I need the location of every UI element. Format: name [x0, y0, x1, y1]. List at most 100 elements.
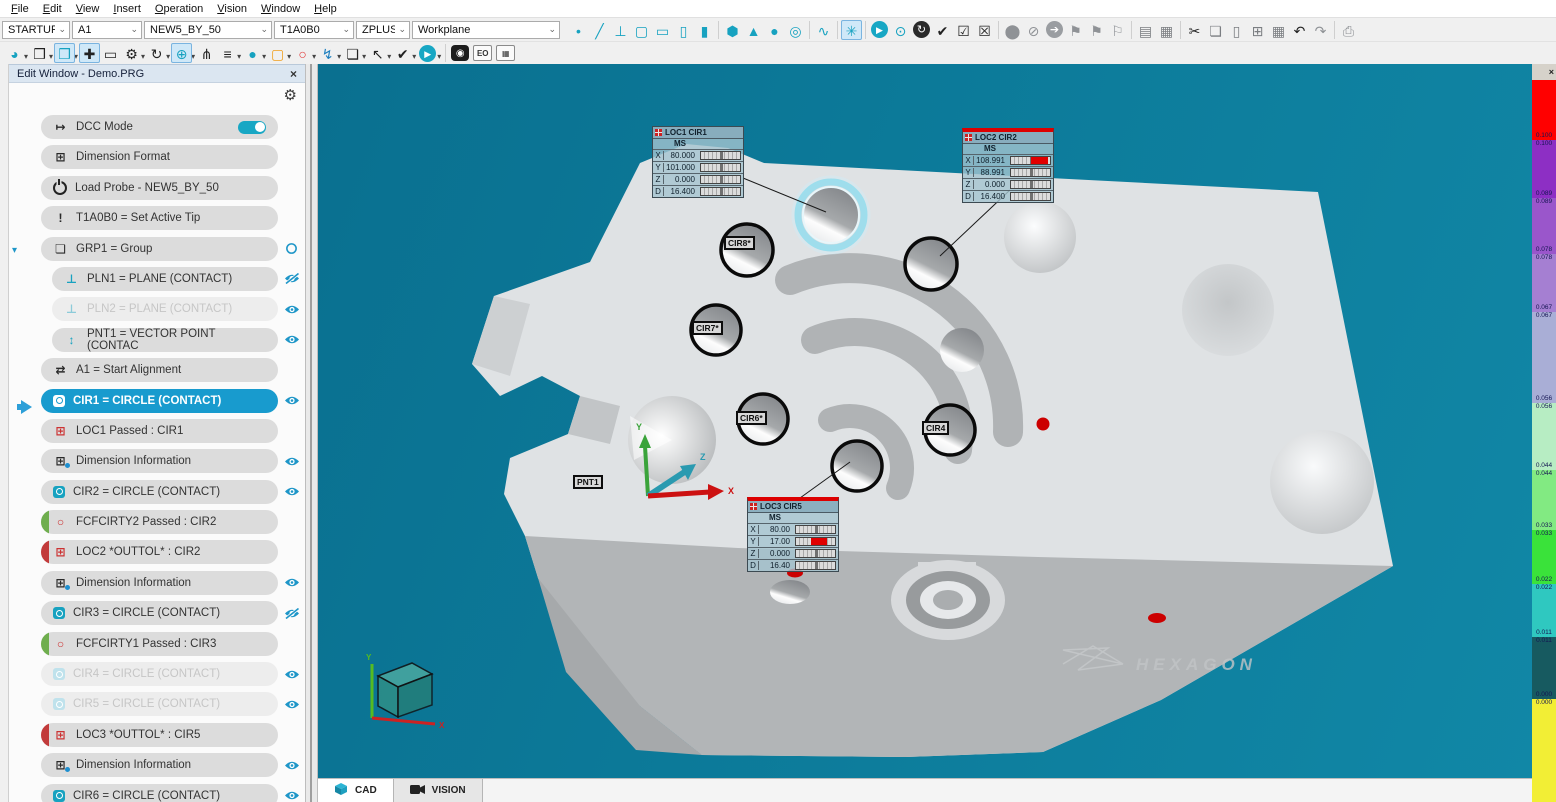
command-pill[interactable]: ⊞Dimension Information — [41, 753, 278, 777]
command-item-a1-start-alignment[interactable]: ⇄A1 = Start Alignment — [41, 358, 305, 382]
command-item-dcc-mode[interactable]: ↦DCC Mode — [41, 115, 305, 139]
clipboard-grid-icon[interactable]: ▦ — [1268, 20, 1289, 40]
command-pill[interactable]: ⊞Dimension Information — [41, 571, 278, 595]
circle-icon[interactable]: ▢ — [631, 20, 652, 40]
command-item-cir2-circle[interactable]: CIR2 = CIRCLE (CONTACT) — [41, 480, 305, 504]
menu-vision[interactable]: Vision — [210, 3, 254, 15]
doc-cancel-icon[interactable]: ☒ — [974, 20, 995, 40]
feature-tag-cir6[interactable]: CIR6* — [736, 411, 767, 425]
command-item-cir5-circle[interactable]: CIR5 = CIRCLE (CONTACT) — [41, 692, 305, 716]
slot-feature-icon[interactable]: ▢ — [267, 43, 288, 63]
execute-from-icon[interactable]: ⊙ — [890, 20, 911, 40]
report-list-icon[interactable]: ▤ — [1135, 20, 1156, 40]
command-item-load-probe[interactable]: Load Probe - NEW5_BY_50 — [41, 176, 305, 200]
command-pill[interactable]: CIR2 = CIRCLE (CONTACT) — [41, 480, 278, 504]
command-item-fcfcirty2-dimension[interactable]: ○FCFCIRTY2 Passed : CIR2 — [41, 510, 305, 534]
sphere-icon[interactable]: ● — [764, 20, 785, 40]
square-slot-icon[interactable]: ▯ — [673, 20, 694, 40]
command-pill[interactable]: CIR4 = CIRCLE (CONTACT) — [41, 662, 278, 686]
paste-special-icon[interactable]: ⊞ — [1247, 20, 1268, 40]
plane-icon[interactable]: ⊥ — [610, 20, 631, 40]
dropdown-a1[interactable]: A1⌄ — [72, 21, 142, 39]
dropdown-zplus[interactable]: ZPLUS⌄ — [356, 21, 410, 39]
dropdown-workplane[interactable]: Workplane⌄ — [412, 21, 560, 39]
command-item-dimension-information-2[interactable]: ⊞Dimension Information — [41, 571, 305, 595]
feature-tag-cir4[interactable]: CIR4 — [922, 421, 949, 435]
command-item-pln1-plane[interactable]: ⊥PLN1 = PLANE (CONTACT) — [41, 267, 305, 291]
eye-icon[interactable] — [278, 486, 305, 497]
panel-splitter[interactable] — [305, 64, 318, 802]
command-pill[interactable]: CIR6 = CIRCLE (CONTACT) — [41, 784, 278, 802]
eye-icon[interactable] — [278, 395, 305, 406]
eye-icon[interactable] — [278, 577, 305, 588]
command-pill[interactable]: CIR5 = CIRCLE (CONTACT) — [41, 692, 278, 716]
probe-path-icon[interactable]: ↖ — [367, 43, 388, 63]
command-item-cir1-circle[interactable]: CIR1 = CIRCLE (CONTACT) — [41, 389, 305, 413]
command-item-grp1-group[interactable]: ❏GRP1 = Group — [41, 237, 305, 261]
eye-icon[interactable] — [278, 790, 305, 801]
gear-icon[interactable]: ⚙ — [284, 86, 297, 104]
command-item-loc2-dimension[interactable]: ⊞LOC2 *OUTTOL* : CIR2 — [41, 540, 305, 564]
doc-check-icon[interactable]: ☑ — [953, 20, 974, 40]
command-pill[interactable]: ⊞LOC1 Passed : CIR1 — [41, 419, 278, 443]
close-icon[interactable]: × — [1549, 67, 1554, 77]
point-icon[interactable]: • — [568, 20, 589, 40]
menu-edit[interactable]: Edit — [36, 3, 69, 15]
edit-window-titlebar[interactable]: Edit Window - Demo.PRG × — [9, 64, 305, 83]
execute-icon[interactable]: ▶ — [871, 21, 888, 38]
dropdown-arrow-icon[interactable]: ▾ — [437, 52, 441, 61]
probe-position-icon[interactable]: ⊕ — [171, 43, 192, 63]
command-pill[interactable]: ❏GRP1 = Group — [41, 237, 278, 261]
command-pill[interactable]: ⊞Dimension Format — [41, 145, 278, 169]
rotate-icon[interactable]: ↻ — [146, 43, 167, 63]
command-pill[interactable]: ⊞LOC3 *OUTTOL* : CIR5 — [41, 723, 278, 747]
round-slot-icon[interactable]: ▭ — [652, 20, 673, 40]
command-pill[interactable]: CIR1 = CIRCLE (CONTACT) — [41, 389, 278, 413]
continue-icon[interactable]: ➔ — [1046, 21, 1063, 38]
command-pill[interactable]: ↦DCC Mode — [41, 115, 278, 139]
dropdown-startup[interactable]: STARTUP⌄ — [2, 21, 70, 39]
branch-icon[interactable]: ⋔ — [196, 43, 217, 63]
eye-icon[interactable] — [278, 456, 305, 467]
camera-icon[interactable]: ◉ — [451, 45, 469, 61]
stop-disabled-icon[interactable]: ⊘ — [1023, 20, 1044, 40]
command-pill[interactable]: CIR3 = CIRCLE (CONTACT) — [41, 601, 278, 625]
menu-file[interactable]: File — [4, 3, 36, 15]
cut-icon[interactable]: ✂ — [1184, 20, 1205, 40]
redo-icon[interactable]: ↷ — [1310, 20, 1331, 40]
command-item-cir4-circle[interactable]: CIR4 = CIRCLE (CONTACT) — [41, 662, 305, 686]
eye-outline-icon[interactable] — [278, 242, 305, 255]
shaded-view-icon[interactable]: ❒ — [54, 43, 75, 63]
probe-toggle-icon[interactable]: ◕ — [4, 43, 25, 63]
command-item-fcfcirty1-dimension[interactable]: ○FCFCIRTY1 Passed : CIR3 — [41, 632, 305, 656]
menu-help[interactable]: Help — [307, 3, 344, 15]
command-item-dimension-information-3[interactable]: ⊞Dimension Information — [41, 753, 305, 777]
eye-off-icon[interactable] — [278, 273, 305, 284]
command-pill[interactable]: !T1A0B0 = Set Active Tip — [41, 206, 278, 230]
command-item-loc1-dimension[interactable]: ⊞LOC1 Passed : CIR1 — [41, 419, 305, 443]
circle-feature-icon[interactable]: ○ — [292, 43, 313, 63]
dropdown-new5-by-50[interactable]: NEW5_BY_50⌄ — [144, 21, 272, 39]
quick-feature-icon[interactable]: ↯ — [317, 43, 338, 63]
paste-icon[interactable]: ▯ — [1226, 20, 1247, 40]
stop-icon[interactable]: ⬤ — [1002, 20, 1023, 40]
dropdown-t1a0b0[interactable]: T1A0B0⌄ — [274, 21, 354, 39]
orientation-cube[interactable]: Y X — [366, 653, 445, 730]
curve-icon[interactable]: ∿ — [813, 20, 834, 40]
command-pill[interactable]: ⊞LOC2 *OUTTOL* : CIR2 — [41, 540, 278, 564]
tab-vision[interactable]: VISION — [393, 779, 483, 802]
dcc-mode-toggle[interactable] — [238, 121, 266, 134]
command-item-dimension-format[interactable]: ⊞Dimension Format — [41, 145, 305, 169]
run-icon[interactable]: ▶ — [419, 45, 436, 62]
copy-pattern-icon[interactable]: ❏ — [342, 43, 363, 63]
command-pill[interactable]: ⇄A1 = Start Alignment — [41, 358, 278, 382]
torus-icon[interactable]: ◎ — [785, 20, 806, 40]
loc1-cir1-label[interactable]: LOC1 CIR1MSX80.000Y101.000Z0.000D16.400 — [652, 126, 744, 198]
close-icon[interactable]: × — [290, 67, 297, 81]
command-pill[interactable]: ⊥PLN1 = PLANE (CONTACT) — [52, 267, 278, 291]
loc3-cir5-label[interactable]: LOC3 CIR5MSX80.00Y17.00Z0.000D16.40 — [747, 497, 839, 572]
tab-cad[interactable]: CAD — [318, 779, 393, 802]
command-pill[interactable]: ○FCFCIRTY2 Passed : CIR2 — [41, 510, 278, 534]
cylinder-icon[interactable]: ⬢ — [722, 20, 743, 40]
feature-tag-cir8[interactable]: CIR8* — [724, 236, 755, 250]
